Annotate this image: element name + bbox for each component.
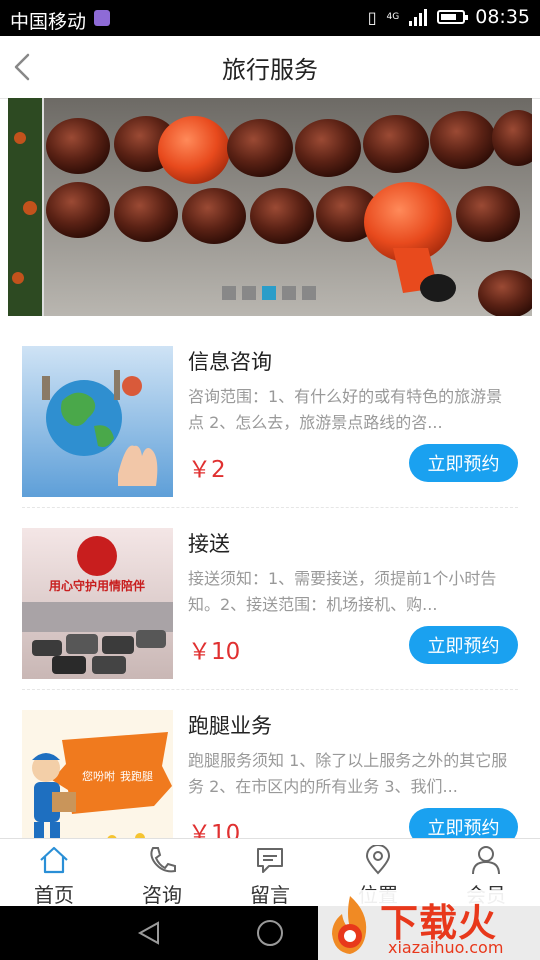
status-indicators: ▯ 4G 08:35	[368, 6, 530, 28]
watermark: 下载火 xiazaihuo.com	[318, 890, 540, 960]
thumb-text-2: 我跑腿	[120, 769, 153, 783]
clock: 08:35	[475, 6, 530, 28]
home-nav-icon[interactable]	[256, 919, 284, 947]
banner-image	[8, 98, 532, 316]
pickup-cars-image: 用心守护用情陪伴	[22, 528, 173, 679]
service-thumbnail	[22, 346, 173, 497]
tab-label: 留言	[250, 883, 290, 907]
list-item[interactable]: 信息咨询 咨询范围：1、有什么好的或有特色的旅游景点 2、怎么去，旅游景点路线的…	[0, 326, 540, 508]
thumb-text-1: 您吩咐	[82, 770, 115, 783]
thumb-banner-text: 用心守护用情陪伴	[48, 578, 145, 593]
service-description: 咨询范围：1、有什么好的或有特色的旅游景点 2、怎么去，旅游景点路线的咨...	[188, 387, 503, 432]
carousel-dot[interactable]	[262, 286, 276, 300]
header: 旅行服务	[0, 36, 540, 99]
globe-travel-image	[22, 346, 173, 497]
user-icon	[472, 846, 500, 875]
watermark-url: xiazaihuo.com	[388, 938, 504, 957]
carousel-dot[interactable]	[242, 286, 256, 300]
service-name: 信息咨询	[188, 350, 272, 374]
tab-label: 首页	[34, 883, 74, 907]
service-name: 跑腿业务	[188, 714, 272, 738]
flame-logo-icon	[332, 896, 367, 954]
tab-message[interactable]: 留言	[216, 839, 324, 907]
service-description: 接送须知：1、需要接送，须提前1个小时告知。2、接送范围：机场接机、购...	[188, 569, 497, 614]
carousel-dot[interactable]	[302, 286, 316, 300]
status-bar: 中国移动 ▯ 4G 08:35	[0, 0, 540, 36]
list-item[interactable]: 用心守护用情陪伴 接送 接送须知：1、需要接送，须提前1个小时告知。2、接送范围…	[0, 508, 540, 690]
location-icon	[365, 845, 391, 875]
service-list: 信息咨询 咨询范围：1、有什么好的或有特色的旅游景点 2、怎么去，旅游景点路线的…	[0, 326, 540, 872]
tab-home[interactable]: 首页	[0, 839, 108, 907]
tab-label: 咨询	[142, 883, 182, 907]
tab-consult[interactable]: 咨询	[108, 839, 216, 907]
banner-carousel[interactable]	[8, 98, 532, 316]
network-type: 4G	[386, 11, 400, 22]
service-description: 跑腿服务须知 1、除了以上服务之外的其它服务 2、在市区内的所有业务 3、我们.…	[188, 751, 508, 796]
home-icon	[40, 846, 68, 874]
carrier-name: 中国移动	[10, 11, 87, 33]
back-nav-icon[interactable]	[136, 920, 162, 946]
page-title: 旅行服务	[222, 56, 318, 84]
book-now-button[interactable]: 立即预约	[409, 626, 518, 664]
sim-icon	[94, 10, 110, 26]
message-icon	[257, 848, 283, 873]
carousel-dot[interactable]	[282, 286, 296, 300]
service-price: ￥10	[188, 639, 241, 665]
phone-icon	[150, 847, 176, 873]
service-thumbnail: 用心守护用情陪伴	[22, 528, 173, 679]
carousel-dots	[222, 286, 316, 300]
service-name: 接送	[188, 532, 230, 556]
book-now-button[interactable]: 立即预约	[409, 444, 518, 482]
signal-icon	[409, 8, 428, 26]
vibrate-icon: ▯	[367, 7, 377, 27]
carousel-dot[interactable]	[222, 286, 236, 300]
battery-icon	[437, 10, 469, 24]
service-price: ￥2	[188, 457, 226, 483]
